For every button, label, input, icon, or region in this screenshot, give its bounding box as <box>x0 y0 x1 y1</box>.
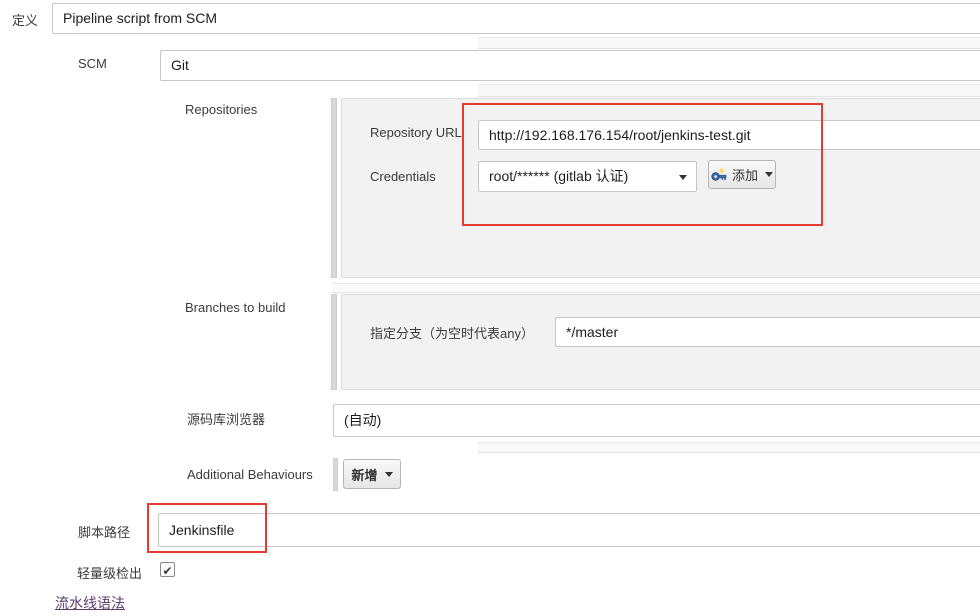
script-path-input[interactable] <box>158 513 980 547</box>
scm-select-value: Git <box>171 57 189 73</box>
chevron-down-icon <box>765 172 773 177</box>
repeatable-chunk-bar <box>333 458 338 491</box>
branch-specifier-input[interactable] <box>555 317 980 347</box>
repository-browser-select[interactable]: (自动) <box>333 404 980 437</box>
repeatable-chunk-bar <box>331 294 337 390</box>
chevron-down-icon <box>679 175 687 180</box>
add-credentials-button[interactable]: 添加 <box>708 160 776 189</box>
credentials-select-value: root/****** (gitlab 认证) <box>489 168 628 184</box>
help-row <box>478 442 980 453</box>
chevron-down-icon <box>385 472 393 477</box>
pipeline-syntax-link[interactable]: 流水线语法 <box>55 593 125 613</box>
add-repository-row <box>332 283 980 293</box>
branch-specifier-label: 指定分支（为空时代表any） <box>370 323 534 342</box>
repository-url-label: Repository URL <box>370 125 462 140</box>
definition-select[interactable]: Pipeline script from SCM <box>52 3 980 34</box>
definition-select-value: Pipeline script from SCM <box>63 10 217 26</box>
branches-section-label: Branches to build <box>185 300 285 315</box>
repositories-section-label: Repositories <box>185 102 257 117</box>
repository-browser-select-value: (自动) <box>344 412 381 428</box>
add-behaviour-button[interactable]: 新增 <box>343 459 401 489</box>
add-behaviour-button-label: 新增 <box>351 465 377 484</box>
additional-behaviours-label: Additional Behaviours <box>187 467 313 482</box>
scm-label: SCM <box>78 56 107 71</box>
credentials-label: Credentials <box>370 169 436 184</box>
key-icon <box>711 167 727 183</box>
repository-url-input[interactable] <box>478 120 980 150</box>
definition-label: 定义 <box>12 10 38 29</box>
lightweight-checkout-checkbox[interactable] <box>160 562 175 577</box>
help-row <box>478 84 980 97</box>
add-credentials-button-label: 添加 <box>732 165 758 184</box>
repository-browser-label: 源码库浏览器 <box>187 409 265 428</box>
credentials-select[interactable]: root/****** (gitlab 认证) <box>478 161 697 192</box>
lightweight-checkout-label: 轻量级检出 <box>77 563 142 582</box>
jenkins-pipeline-config: 定义 Pipeline script from SCM SCM Git Repo… <box>0 0 980 616</box>
repeatable-chunk-bar <box>331 98 337 278</box>
help-row <box>478 37 980 49</box>
script-path-label: 脚本路径 <box>78 522 130 541</box>
scm-select[interactable]: Git <box>160 50 980 81</box>
